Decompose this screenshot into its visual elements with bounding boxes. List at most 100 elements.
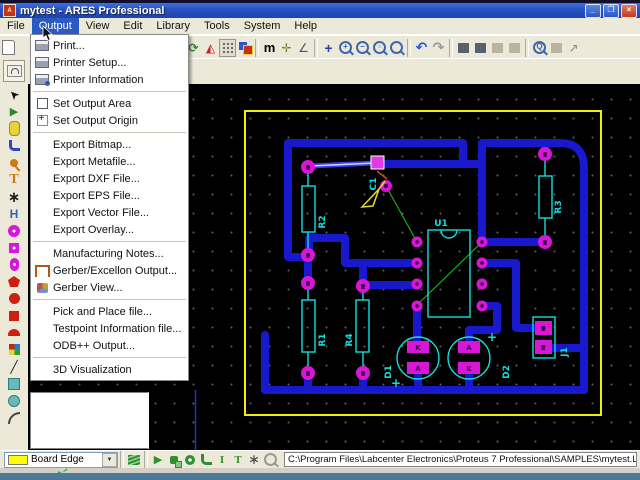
menu-help[interactable]: Help (287, 18, 324, 34)
trace-filter-icon[interactable] (198, 452, 214, 467)
search-tag-icon[interactable]: Q (531, 39, 548, 57)
menu-item-export-bitmap[interactable]: Export Bitmap... (31, 136, 188, 153)
icon-gutter (34, 339, 50, 352)
menu-item-gerber-excellon-output[interactable]: Gerber/Excellon Output... (31, 262, 188, 279)
zoom-out-icon[interactable]: − (354, 39, 371, 57)
zoom-in-icon[interactable]: + (337, 39, 354, 57)
block-move-icon (506, 39, 523, 57)
dimension-filter-icon[interactable]: I (214, 452, 230, 467)
menu-item-3d-visualization[interactable]: 3D Visualization (31, 361, 188, 378)
via-tool[interactable] (3, 154, 25, 171)
pan-icon[interactable]: + (320, 39, 337, 57)
arc-tool[interactable] (3, 409, 25, 426)
round-pad-tool[interactable] (3, 222, 25, 239)
menu-tools[interactable]: Tools (197, 18, 237, 34)
package-filter-icon[interactable] (166, 452, 182, 468)
component-filter-icon[interactable]: ▶ (150, 452, 166, 467)
svg-text:1: 1 (306, 164, 311, 172)
grid-toggle-icon[interactable] (219, 38, 236, 57)
svg-text:2: 2 (306, 370, 311, 378)
component-tool[interactable]: ▶ (3, 103, 25, 120)
metric-icon[interactable]: m (261, 39, 278, 57)
layer-selector[interactable]: Board Edge ▼ (4, 451, 118, 468)
chevron-down-icon[interactable]: ▼ (102, 452, 117, 467)
printer-information-icon (34, 73, 50, 86)
package-mode-tool[interactable] (3, 60, 25, 82)
menu-library[interactable]: Library (149, 18, 197, 34)
padstack-tool[interactable] (3, 341, 25, 358)
component-edge-tool[interactable]: T (3, 171, 25, 188)
menu-item-odb-output[interactable]: ODB++ Output... (31, 337, 188, 354)
titlebar[interactable]: A mytest - ARES Professional _ ❐ × (0, 3, 640, 18)
new-page-icon[interactable] (0, 39, 17, 57)
square-pad-tool[interactable] (3, 239, 25, 256)
menu-separator (33, 91, 186, 92)
menu-item-manufacturing-notes[interactable]: Manufacturing Notes... (31, 245, 188, 262)
menu-item-print[interactable]: Print... (31, 37, 188, 54)
icon-gutter (34, 155, 50, 168)
pcb-label-r4: R4 (345, 333, 355, 346)
zoom-all-icon[interactable] (388, 39, 405, 57)
menu-item-export-eps[interactable]: Export EPS File... (31, 187, 188, 204)
dil-pad-tool[interactable] (3, 256, 25, 273)
restore-button[interactable]: ❐ (603, 4, 619, 18)
menu-item-export-overlay[interactable]: Export Overlay... (31, 221, 188, 238)
measure-icon[interactable]: ↗ (565, 39, 582, 57)
menu-edit[interactable]: Edit (116, 18, 149, 34)
selected-trace[interactable] (309, 160, 376, 169)
box-tool[interactable] (3, 375, 25, 392)
zoom-area-icon[interactable]: ▫ (371, 39, 388, 57)
graphics-filter-icon[interactable]: T (230, 452, 246, 467)
minimize-button[interactable]: _ (585, 4, 601, 18)
snap-angle-icon[interactable]: ∠ (295, 39, 312, 57)
undo-icon[interactable]: ↶ (413, 39, 430, 57)
polygon-smt-pad-tool[interactable] (3, 324, 25, 341)
rect-smt-pad-tool[interactable] (3, 307, 25, 324)
object-selector-panel[interactable] (30, 392, 149, 449)
menu-view[interactable]: View (79, 18, 117, 34)
trace-tool[interactable] (3, 137, 25, 154)
menu-system[interactable]: System (237, 18, 288, 34)
selection-tool[interactable]: ➤ (3, 86, 25, 103)
menu-item-printer-information[interactable]: Printer Information (31, 71, 188, 88)
menu-file[interactable]: File (0, 18, 32, 34)
svg-text:+: + (487, 330, 497, 344)
circle-tool[interactable] (3, 392, 25, 409)
close-button[interactable]: × (621, 4, 637, 18)
mode-toolbar: ➤ ▶ T ∗ H ╱ (0, 58, 29, 450)
ratsnest-tool[interactable]: ∗ (3, 188, 25, 206)
pcb-label-d2: D2 (502, 365, 512, 379)
layer-stack-icon[interactable] (126, 452, 142, 467)
menu-item-set-output-area[interactable]: Set Output Area (31, 95, 188, 112)
cut-icon[interactable] (455, 39, 472, 57)
copy-icon[interactable] (472, 39, 489, 57)
menu-item-printer-setup[interactable]: Printer Setup... (31, 54, 188, 71)
current-file-path: C:\Program Files\Labcenter Electronics\P… (284, 452, 637, 467)
app-icon: A (3, 4, 16, 17)
tag-filter-icon (262, 452, 278, 467)
menu-item-set-output-origin[interactable]: Set Output Origin (31, 112, 188, 129)
line-tool[interactable]: ╱ (3, 358, 25, 375)
package-tool[interactable] (3, 120, 25, 137)
pcb-label-u1: U1 (434, 219, 448, 229)
menu-item-pick-and-place[interactable]: Pick and Place file... (31, 303, 188, 320)
pad-filter-icon[interactable] (182, 452, 198, 467)
edge-pad-tool[interactable] (3, 273, 25, 290)
ratsnest-filter-icon[interactable]: ∗ (246, 451, 262, 467)
origin-icon[interactable]: ✛ (278, 39, 295, 57)
menu-item-gerber-view[interactable]: Gerber View... (31, 279, 188, 296)
layers-icon[interactable] (236, 39, 253, 57)
pad-marks: 1 2 1 2 2 1 1 2 1 2 K A A K + + (306, 151, 548, 390)
connectivity-tool[interactable]: H (3, 205, 25, 222)
icon-gutter (34, 189, 50, 202)
menu-item-testpoint-information[interactable]: Testpoint Information file... (31, 320, 188, 337)
output-menu: Print... Printer Setup... Printer Inform… (30, 34, 189, 381)
menu-output[interactable]: Output (31, 18, 79, 34)
redo-icon[interactable]: ↷ (430, 39, 447, 57)
menu-item-export-vector[interactable]: Export Vector File... (31, 204, 188, 221)
circle-smt-pad-tool[interactable] (3, 290, 25, 307)
svg-text:1: 1 (541, 325, 546, 333)
flip-icon[interactable]: ◭ (202, 39, 219, 57)
menu-item-export-metafile[interactable]: Export Metafile... (31, 153, 188, 170)
menu-item-export-dxf[interactable]: Export DXF File... (31, 170, 188, 187)
